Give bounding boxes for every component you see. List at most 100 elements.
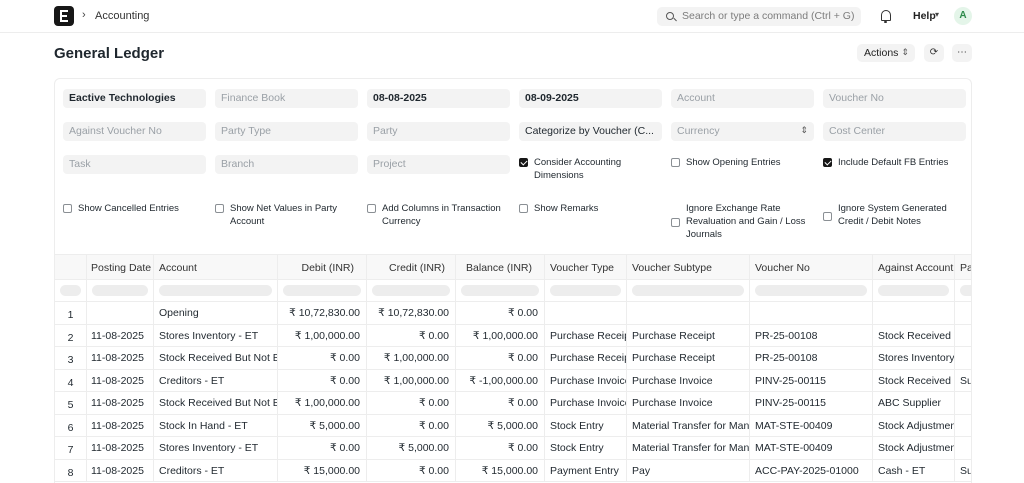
branch-field[interactable]: Branch	[215, 155, 358, 174]
credit-cell[interactable]: ₹ 0.00	[367, 392, 456, 415]
posting-date-cell[interactable]: 11-08-2025	[87, 437, 154, 460]
voucher-type-cell[interactable]: Payment Entry	[545, 459, 627, 482]
breadcrumb[interactable]: Accounting	[95, 10, 149, 22]
posting-date-cell[interactable]: 11-08-2025	[87, 347, 154, 370]
against-account-cell[interactable]: ABC Supplier	[873, 392, 955, 415]
filter-cell[interactable]	[367, 280, 456, 302]
against-account-cell[interactable]: Stores Inventory - ET	[873, 347, 955, 370]
party-cell[interactable]	[955, 437, 971, 460]
account-cell[interactable]: Stock Received But Not Billed - ET	[154, 347, 278, 370]
project-field[interactable]: Project	[367, 155, 510, 174]
party-cell[interactable]	[955, 392, 971, 415]
filter-cell[interactable]	[278, 280, 367, 302]
actions-button[interactable]: Actions ⇕	[857, 44, 915, 62]
app-logo-icon[interactable]	[54, 6, 74, 26]
currency-select[interactable]: Currency ⇕	[671, 122, 814, 141]
against-account-cell[interactable]: Stock Adjustment - ET	[873, 414, 955, 437]
credit-cell[interactable]: ₹ 0.00	[367, 459, 456, 482]
voucher-type-cell[interactable]: Stock Entry	[545, 414, 627, 437]
row-index[interactable]: 2	[55, 324, 87, 347]
check-include-default-fb-entries[interactable]: Include Default FB Entries	[823, 156, 968, 169]
balance-cell[interactable]: ₹ 0.00	[456, 347, 545, 370]
filter-cell[interactable]	[873, 280, 955, 302]
credit-cell[interactable]: ₹ 0.00	[367, 324, 456, 347]
credit-cell[interactable]: ₹ 5,000.00	[367, 437, 456, 460]
filter-input[interactable]	[960, 285, 971, 296]
account-cell[interactable]: Stock In Hand - ET	[154, 414, 278, 437]
balance-cell[interactable]: ₹ 0.00	[456, 302, 545, 325]
balance-cell[interactable]: ₹ 0.00	[456, 437, 545, 460]
credit-cell[interactable]: ₹ 1,00,000.00	[367, 369, 456, 392]
group-by-select[interactable]: Categorize by Voucher (C...	[519, 122, 662, 141]
against-account-cell[interactable]: Stock Received But Not Billed - ET	[873, 324, 955, 347]
filter-cell[interactable]	[55, 280, 87, 302]
checkbox[interactable]	[367, 204, 376, 213]
posting-date-cell[interactable]: 11-08-2025	[87, 392, 154, 415]
row-index[interactable]: 4	[55, 369, 87, 392]
column-header[interactable]: Account	[154, 255, 278, 281]
to-date-field[interactable]: 08-09-2025	[519, 89, 662, 108]
voucher-no-cell[interactable]: PR-25-00108	[750, 324, 873, 347]
party-cell[interactable]: Supplier	[955, 460, 971, 483]
table-row[interactable]: 1 Opening ₹ 10,72,830.00 ₹ 10,72,830.00 ₹ 0.…	[55, 302, 971, 325]
credit-cell[interactable]: ₹ 0.00	[367, 414, 456, 437]
posting-date-cell[interactable]: 11-08-2025	[87, 324, 154, 347]
check-show-opening-entries[interactable]: Show Opening Entries	[671, 156, 811, 169]
check-show-remarks[interactable]: Show Remarks	[519, 202, 659, 215]
filter-input[interactable]	[755, 285, 867, 296]
filter-cell[interactable]	[154, 280, 278, 302]
filter-cell[interactable]	[456, 280, 545, 302]
party-cell[interactable]	[955, 302, 971, 325]
voucher-no-cell[interactable]: MAT-STE-00409	[750, 414, 873, 437]
checkbox[interactable]	[823, 158, 832, 167]
avatar[interactable]: A	[954, 7, 972, 25]
account-cell[interactable]: Stock Received But Not Billed - ET	[154, 392, 278, 415]
balance-cell[interactable]: ₹ 0.00	[456, 392, 545, 415]
cost-center-field[interactable]: Cost Center	[823, 122, 966, 141]
against-account-cell[interactable]: Stock Received But Not Billed - ET	[873, 369, 955, 392]
checkbox[interactable]	[671, 158, 680, 167]
party-cell[interactable]	[955, 415, 971, 438]
voucher-no-cell[interactable]	[750, 302, 873, 325]
voucher-type-cell[interactable]: Purchase Receipt	[545, 347, 627, 370]
search-input[interactable]: Search or type a command (Ctrl + G)	[682, 10, 854, 22]
check-ignore-exchange-rate[interactable]: Ignore Exchange Rate Revaluation and Gai…	[671, 202, 811, 241]
filter-input[interactable]	[283, 285, 361, 296]
checkbox[interactable]	[519, 158, 528, 167]
account-field[interactable]: Account	[671, 89, 814, 108]
checkbox[interactable]	[671, 218, 680, 227]
debit-cell[interactable]: ₹ 0.00	[278, 437, 367, 460]
table-row[interactable]: 2 11-08-2025 Stores Inventory - ET ₹ 1,00,0…	[55, 324, 971, 347]
filter-input[interactable]	[60, 285, 81, 296]
checkbox[interactable]	[823, 211, 832, 221]
account-cell[interactable]: Stores Inventory - ET	[154, 324, 278, 347]
task-field[interactable]: Task	[63, 155, 206, 174]
balance-cell[interactable]: ₹ -1,00,000.00	[456, 369, 545, 392]
voucher-subtype-cell[interactable]: Material Transfer for Manufacture	[627, 414, 750, 437]
account-cell[interactable]: Creditors - ET	[154, 459, 278, 482]
party-cell[interactable]: Supplier	[955, 370, 971, 393]
column-header[interactable]: Voucher Subtype	[627, 255, 750, 281]
voucher-subtype-cell[interactable]: Material Transfer for Manufacture	[627, 437, 750, 460]
filter-cell[interactable]	[750, 280, 873, 302]
check-show-net-values[interactable]: Show Net Values in Party Account	[215, 202, 345, 228]
row-index[interactable]: 8	[55, 459, 87, 482]
filter-input[interactable]	[632, 285, 744, 296]
posting-date-cell[interactable]: 11-08-2025	[87, 459, 154, 482]
filter-cell[interactable]	[955, 280, 971, 302]
column-header[interactable]: Against Account	[873, 255, 955, 281]
voucher-subtype-cell[interactable]: Pay	[627, 459, 750, 482]
voucher-no-cell[interactable]: PINV-25-00115	[750, 392, 873, 415]
table-row[interactable]: 511-08-2025Stock Received But Not Billed…	[55, 392, 971, 415]
row-index[interactable]: 3	[55, 347, 87, 370]
check-add-columns-transaction-currency[interactable]: Add Columns in Transaction Currency	[367, 202, 507, 228]
balance-cell[interactable]: ₹ 15,000.00	[456, 459, 545, 482]
filter-input[interactable]	[92, 285, 148, 296]
column-header[interactable]: Party	[955, 255, 971, 281]
more-options-button[interactable]: ⋯	[952, 44, 972, 62]
checkbox[interactable]	[519, 204, 528, 213]
against-account-cell[interactable]: Cash - ET	[873, 459, 955, 482]
debit-cell[interactable]: ₹ 5,000.00	[278, 414, 367, 437]
voucher-no-cell[interactable]: ACC-PAY-2025-01000	[750, 459, 873, 482]
search-bar[interactable]: Search or type a command (Ctrl + G)	[657, 7, 861, 26]
